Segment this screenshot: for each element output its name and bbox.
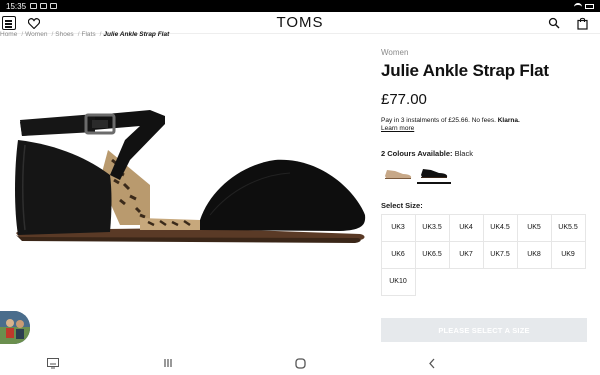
status-time: 15:35 [6, 1, 27, 11]
breadcrumb: Home / Women / Shoes / Flats / Julie Ankle S… [0, 31, 170, 40]
logo-container: TOMS [0, 14, 600, 31]
back-icon[interactable] [426, 357, 438, 369]
colours-selected: Black [454, 149, 473, 158]
size-option[interactable]: UK10 [380, 267, 416, 296]
shoe-image [15, 110, 366, 243]
size-option[interactable]: UK6.5 [414, 240, 450, 269]
product-info: Women Julie Ankle Strap Flat £77.00 Pay … [380, 46, 591, 296]
wifi-icon [574, 3, 582, 9]
size-option[interactable]: UK8 [516, 240, 552, 269]
colours-label: 2 Colours Available: [381, 149, 453, 158]
status-bar: 15:35 [0, 0, 600, 12]
product-title: Julie Ankle Strap Flat [381, 61, 549, 80]
keyboard-icon[interactable] [47, 357, 59, 369]
size-option[interactable]: UK7 [448, 240, 484, 269]
notification-icon [30, 3, 38, 9]
notification-icon [50, 3, 58, 9]
breadcrumb-current: Julie Ankle Strap Flat [103, 31, 170, 38]
select-size-label: Select Size: [381, 201, 423, 210]
bag-icon[interactable] [574, 15, 590, 31]
size-option[interactable]: UK3.5 [414, 213, 450, 242]
system-navigation-bar [0, 350, 600, 375]
size-option[interactable]: UK9 [550, 240, 586, 269]
klarna-brand: Klarna. [497, 117, 520, 124]
size-option[interactable]: UK5.5 [550, 213, 586, 242]
learn-more-link[interactable]: Learn more [381, 125, 591, 132]
home-icon[interactable] [294, 357, 306, 369]
status-system-icons [574, 3, 594, 9]
size-option[interactable]: UK6 [380, 240, 416, 269]
breadcrumb-item[interactable]: Shoes [55, 31, 73, 40]
size-option[interactable]: UK4.5 [482, 213, 518, 242]
size-option[interactable]: UK7.5 [482, 240, 518, 269]
size-grid: UK3 UK3.5 UK4 UK4.5 UK5 UK5.5 UK6 UK6.5 … [380, 213, 591, 296]
colours-available: 2 Colours Available: Black [381, 149, 591, 158]
breadcrumb-item[interactable]: Flats [82, 31, 96, 40]
select-size-button[interactable]: PLEASE SELECT A SIZE [381, 318, 587, 342]
heart-icon[interactable] [26, 15, 42, 31]
product-category[interactable]: Women [381, 48, 591, 57]
swatch-black[interactable] [417, 164, 451, 184]
size-option[interactable]: UK4 [448, 213, 484, 242]
toms-logo[interactable]: TOMS [276, 14, 323, 31]
size-option[interactable]: UK5 [516, 213, 552, 242]
size-option[interactable]: UK3 [380, 213, 416, 242]
klarna-text: Pay in 3 instalments of £25.66. No fees. [381, 117, 496, 124]
notification-icon [40, 3, 48, 9]
recent-apps-icon[interactable] [162, 357, 174, 369]
menu-icon[interactable] [2, 16, 16, 30]
search-icon[interactable] [546, 15, 562, 31]
colour-swatches [381, 164, 591, 184]
status-notification-icons [30, 3, 58, 9]
product-image[interactable] [0, 40, 372, 348]
breadcrumb-item[interactable]: Women [25, 31, 47, 40]
battery-icon [585, 3, 594, 9]
klarna-message: Pay in 3 instalments of £25.66. No fees.… [381, 117, 591, 124]
swatch-tan[interactable] [381, 164, 415, 184]
chat-avatar[interactable] [0, 311, 30, 344]
product-price: £77.00 [381, 91, 427, 108]
breadcrumb-item[interactable]: Home [0, 31, 17, 40]
